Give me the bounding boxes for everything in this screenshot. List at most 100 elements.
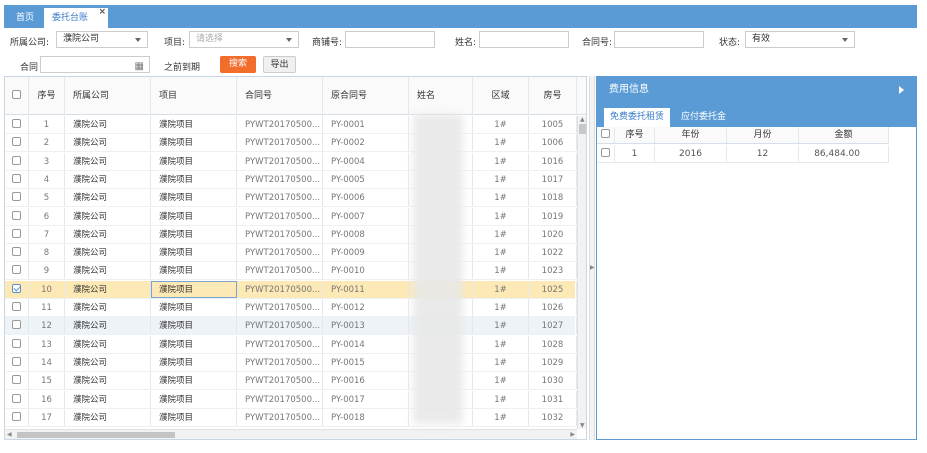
checkbox-icon[interactable] (12, 155, 21, 165)
checkbox-icon[interactable] (12, 247, 21, 257)
calendar-icon[interactable]: ▦ (135, 59, 144, 74)
row-select[interactable] (5, 116, 29, 133)
company-select[interactable]: 濮院公司 (56, 31, 148, 48)
fee-row[interactable]: 1 2016 12 86,484.00 (597, 145, 889, 163)
contract-date-label: 合同 (20, 63, 39, 73)
row-select[interactable] (5, 134, 29, 152)
checkbox-icon[interactable] (601, 148, 610, 157)
scroll-left-icon[interactable]: ◀ (7, 431, 12, 438)
fee-select-all[interactable] (597, 127, 615, 143)
row-select[interactable] (5, 372, 29, 390)
table-row[interactable]: 2 濮院公司 濮院项目 PYWT20170500... PY-0002 1# 1006 (5, 134, 577, 153)
table-row[interactable]: 8 濮院公司 濮院项目 PYWT20170500... PY-0009 1# 1022 (5, 244, 577, 263)
table-row[interactable]: 16 濮院公司 濮院项目 PYWT20170500... PY-0017 1# 1031 (5, 390, 577, 409)
checkbox-icon[interactable] (12, 119, 21, 128)
row-select[interactable] (5, 390, 29, 408)
fee-row-month: 12 (727, 145, 799, 162)
table-row[interactable]: 1 濮院公司 濮院项目 PYWT20170500... PY-0001 1# 1005 (5, 116, 577, 134)
name-input[interactable] (479, 31, 569, 48)
header-col-orig-contract[interactable]: 原合同号 (323, 77, 409, 114)
table-row[interactable]: 10 濮院公司 濮院项目 PYWT20170500... PY-0011 1# 1025 (5, 280, 577, 299)
table-row[interactable]: 13 濮院公司 濮院项目 PYWT20170500... PY-0014 1# 1028 (5, 335, 577, 354)
tab-free-entrust-lease[interactable]: 免费委托租赁 (604, 108, 671, 127)
vertical-scroll-thumb[interactable] (579, 124, 586, 134)
row-select[interactable] (5, 335, 29, 353)
header-select-all[interactable] (5, 77, 29, 114)
checkbox-icon[interactable] (12, 375, 21, 385)
cell-project: 濮院项目 (151, 170, 237, 188)
fee-row-select[interactable] (597, 145, 615, 162)
row-select[interactable] (5, 207, 29, 225)
scroll-down-icon[interactable]: ▼ (580, 422, 585, 429)
checkbox-icon[interactable] (12, 192, 21, 202)
row-select[interactable] (5, 262, 29, 280)
row-select[interactable] (5, 152, 29, 170)
header-col-company[interactable]: 所属公司 (65, 77, 151, 114)
row-select[interactable] (5, 170, 29, 188)
tab-home[interactable]: 首页 (8, 8, 42, 28)
shop-input[interactable] (345, 31, 435, 48)
row-select[interactable] (5, 244, 29, 262)
table-row[interactable]: 7 濮院公司 濮院项目 PYWT20170500... PY-0008 1# 1020 (5, 225, 577, 244)
fee-col-index[interactable]: 序号 (615, 127, 655, 143)
checkbox-icon[interactable] (12, 411, 21, 421)
fee-col-month[interactable]: 月份 (727, 127, 799, 143)
status-select[interactable]: 有效 (745, 31, 855, 48)
table-row[interactable]: 17 濮院公司 濮院项目 PYWT20170500... PY-0018 1# 1032 (5, 408, 577, 427)
fee-col-amount[interactable]: 金额 (799, 127, 889, 143)
checkbox-icon[interactable] (12, 90, 21, 99)
header-col-contract[interactable]: 合同号 (237, 77, 323, 114)
tab-payable-entrust-fee[interactable]: 应付委托金 (675, 108, 732, 127)
checkbox-icon[interactable] (12, 210, 21, 220)
contract-date-input[interactable]: ▦ (40, 56, 150, 73)
expand-arrow-icon[interactable]: ▶ (590, 264, 595, 271)
table-row[interactable]: 3 濮院公司 濮院项目 PYWT20170500... PY-0004 1# 1016 (5, 152, 577, 171)
horizontal-scrollbar[interactable]: ◀ ▶ (5, 429, 577, 439)
table-row[interactable]: 11 濮院公司 濮院项目 PYWT20170500... PY-0012 1# 1026 (5, 299, 577, 317)
close-icon[interactable]: × (98, 2, 106, 22)
row-select[interactable] (5, 189, 29, 207)
checkbox-icon[interactable] (12, 320, 21, 330)
checkbox-icon[interactable] (12, 356, 21, 366)
tab-entrust-ledger[interactable]: 委托台账 × (44, 7, 108, 28)
row-select[interactable] (5, 299, 29, 316)
checkbox-icon[interactable] (601, 129, 610, 138)
table-row[interactable]: 6 濮院公司 濮院项目 PYWT20170500... PY-0007 1# 1019 (5, 207, 577, 226)
table-row[interactable]: 12 濮院公司 濮院项目 PYWT20170500... PY-0013 1# 1027 (5, 317, 577, 336)
checkbox-icon[interactable] (12, 173, 21, 183)
checkbox-icon[interactable] (12, 302, 21, 311)
checkbox-icon[interactable] (12, 283, 21, 293)
row-select[interactable] (5, 280, 29, 298)
collapse-arrow-icon[interactable] (899, 86, 904, 94)
header-col-project[interactable]: 项目 (151, 77, 237, 114)
search-button[interactable]: 搜索 (220, 56, 256, 73)
row-select[interactable] (5, 225, 29, 243)
table-row[interactable]: 5 濮院公司 濮院项目 PYWT20170500... PY-0006 1# 1018 (5, 189, 577, 208)
scroll-up-icon[interactable]: ▲ (580, 116, 585, 123)
checkbox-icon[interactable] (12, 265, 21, 275)
table-row[interactable]: 9 濮院公司 濮院项目 PYWT20170500... PY-0010 1# 1023 (5, 262, 577, 281)
fee-col-year[interactable]: 年份 (655, 127, 727, 143)
vertical-scrollbar[interactable]: ▲ ▼ (577, 116, 586, 429)
panel-splitter[interactable]: ▶ (589, 76, 595, 440)
header-col-area[interactable]: 区域 (473, 77, 529, 114)
row-select[interactable] (5, 317, 29, 335)
table-row[interactable]: 4 濮院公司 濮院项目 PYWT20170500... PY-0005 1# 1017 (5, 170, 577, 189)
header-col-name[interactable]: 姓名 (409, 77, 473, 114)
cell-orig-contract: PY-0001 (323, 116, 409, 133)
row-select[interactable] (5, 408, 29, 426)
row-select[interactable] (5, 353, 29, 371)
table-row[interactable]: 15 濮院公司 濮院项目 PYWT20170500... PY-0016 1# 1030 (5, 372, 577, 391)
horizontal-scroll-thumb[interactable] (17, 432, 175, 438)
checkbox-icon[interactable] (12, 393, 21, 403)
checkbox-icon[interactable] (12, 338, 21, 348)
project-select[interactable]: 请选择 (189, 31, 299, 48)
header-col-room[interactable]: 房号 (529, 77, 577, 114)
scroll-right-icon[interactable]: ▶ (570, 431, 575, 438)
contract-input[interactable] (614, 31, 704, 48)
checkbox-icon[interactable] (12, 228, 21, 238)
header-col-index[interactable]: 序号 (29, 77, 65, 114)
export-button[interactable]: 导出 (263, 56, 296, 73)
table-row[interactable]: 14 濮院公司 濮院项目 PYWT20170500... PY-0015 1# 1029 (5, 353, 577, 372)
checkbox-icon[interactable] (12, 137, 21, 147)
